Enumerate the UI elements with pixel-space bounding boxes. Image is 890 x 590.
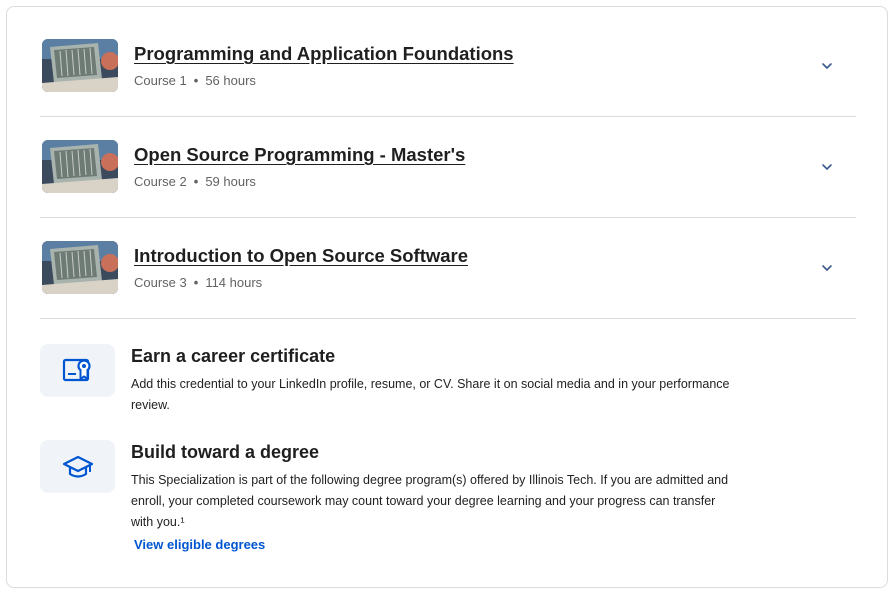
graduation-cap-icon-tile <box>40 440 115 493</box>
view-eligible-degrees-link[interactable]: View eligible degrees <box>134 537 265 552</box>
course-row-2[interactable]: Open Source Programming - Master's Cours… <box>40 117 856 218</box>
degree-section: Build toward a degree This Specializatio… <box>40 440 800 560</box>
certificate-icon-tile <box>40 344 115 397</box>
course-hours: 114 hours <box>205 275 263 290</box>
chevron-down-icon[interactable] <box>820 261 834 275</box>
course-number: Course 3 <box>134 275 187 290</box>
course-meta: Course 3 • 114 hours <box>134 275 262 290</box>
course-title[interactable]: Open Source Programming - Master's <box>134 144 465 166</box>
course-meta: Course 2 • 59 hours <box>134 174 256 189</box>
graduation-cap-icon <box>62 455 94 478</box>
feature-description: This Specialization is part of the follo… <box>131 473 729 529</box>
course-meta: Course 1 • 56 hours <box>134 73 256 88</box>
course-hours: 56 hours <box>205 73 256 88</box>
course-title[interactable]: Programming and Application Foundations <box>134 43 514 65</box>
course-title[interactable]: Introduction to Open Source Software <box>134 245 468 267</box>
course-thumbnail <box>42 39 118 92</box>
course-row-3[interactable]: Introduction to Open Source Software Cou… <box>40 218 856 319</box>
course-row-1[interactable]: Programming and Application Foundations … <box>40 16 856 117</box>
feature-title: Earn a career certificate <box>131 346 336 366</box>
chevron-down-icon[interactable] <box>820 160 834 174</box>
chevron-down-icon[interactable] <box>820 59 834 73</box>
course-thumbnail <box>42 241 118 294</box>
course-number: Course 2 <box>134 174 187 189</box>
career-certificate-section: Earn a career certificate Add this crede… <box>40 344 800 424</box>
course-number: Course 1 <box>134 73 187 88</box>
feature-title: Build toward a degree <box>131 442 320 462</box>
course-hours: 59 hours <box>205 174 256 189</box>
course-thumbnail <box>42 140 118 193</box>
separator-dot: • <box>193 174 199 189</box>
separator-dot: • <box>193 275 199 290</box>
feature-description: Add this credential to your LinkedIn pro… <box>131 377 730 412</box>
certificate-icon <box>62 358 91 382</box>
separator-dot: • <box>193 73 199 88</box>
